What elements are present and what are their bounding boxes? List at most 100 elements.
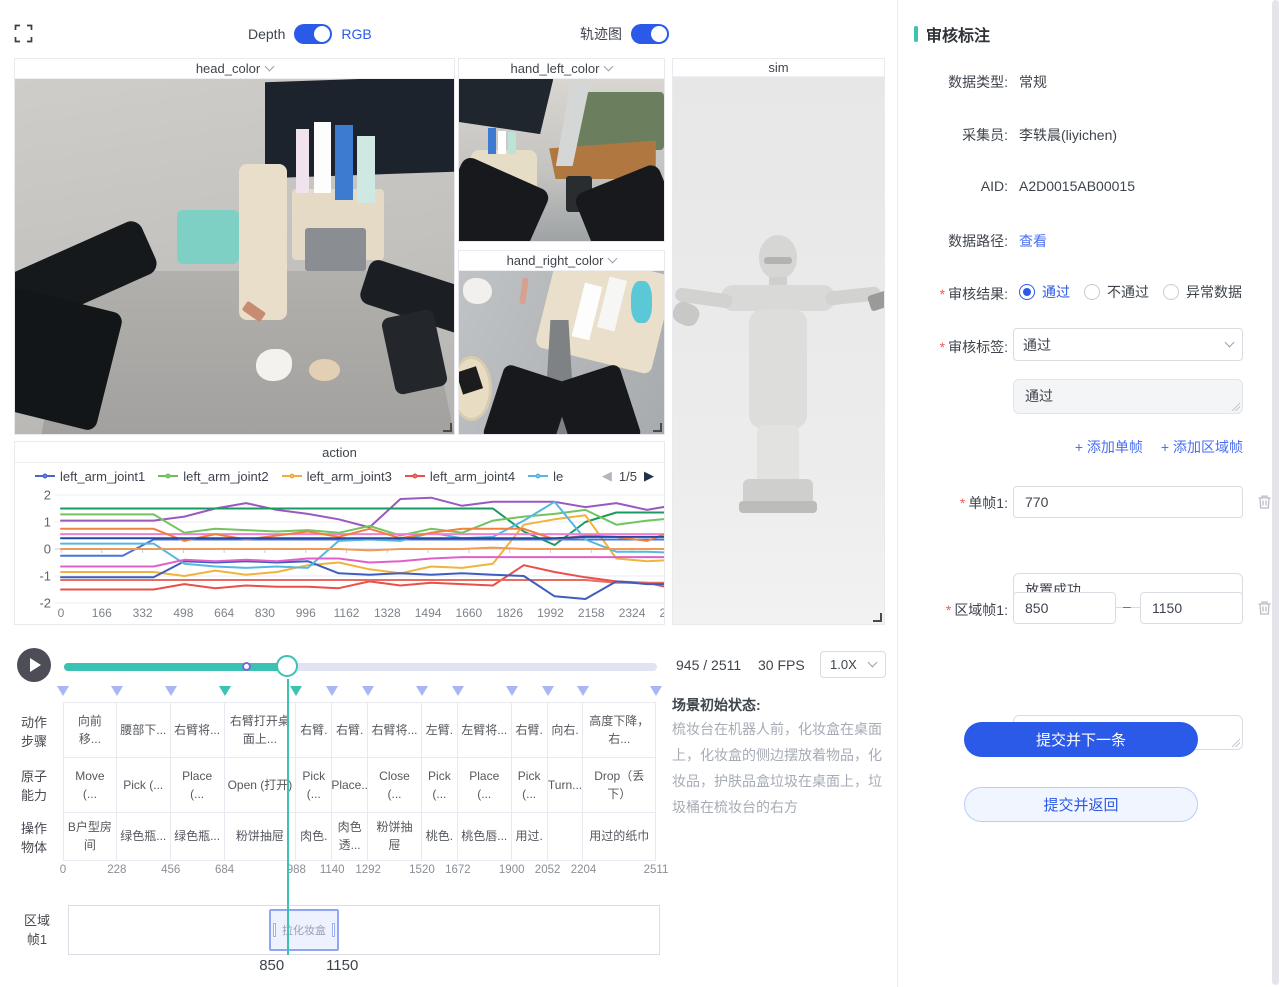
frame-axis-label: 1520	[409, 864, 435, 876]
legend-prev-icon[interactable]: ◀	[602, 468, 612, 484]
required-asterisk: *	[960, 495, 965, 511]
table-cell[interactable]: 绿色瓶...	[117, 812, 171, 861]
panel-scrollbar[interactable]	[1272, 0, 1279, 985]
x-tick-label: 1826	[496, 606, 523, 620]
segment-right-handle[interactable]	[332, 923, 335, 937]
step-boundary-marker	[57, 686, 69, 696]
play-button[interactable]	[17, 648, 51, 682]
table-cell[interactable]: 粉饼抽屉	[368, 812, 422, 861]
tag-note-textarea[interactable]: 通过	[1013, 379, 1243, 414]
table-cell[interactable]: 粉饼抽屉	[225, 812, 297, 861]
table-cell[interactable]: 桃色唇...	[458, 812, 512, 861]
table-cell[interactable]: Turn...	[548, 757, 584, 813]
tube-shape	[296, 129, 309, 193]
resize-handle[interactable]	[873, 613, 882, 622]
single-frame-input[interactable]: 770	[1013, 486, 1243, 518]
camera-select-head[interactable]: head_color	[15, 59, 454, 79]
table-cell[interactable]	[548, 812, 584, 861]
table-cell[interactable]: Move (...	[63, 757, 117, 813]
radio-option-不通过[interactable]: 不通过	[1084, 282, 1149, 302]
legend-item[interactable]: le	[528, 469, 563, 484]
table-cell[interactable]: Drop（丢下）	[583, 757, 656, 813]
action-line-chart: 210-1-2016633249866483099611621328149416…	[15, 489, 664, 624]
legend-marker-icon	[35, 475, 55, 478]
table-cell[interactable]: 右臂打开桌面上...	[225, 702, 297, 758]
table-cell[interactable]: B户型房间	[63, 812, 117, 861]
step-boundary-marker	[326, 686, 338, 696]
table-cell[interactable]: 用过的纸巾	[583, 812, 656, 861]
table-cell[interactable]: 右臂.	[296, 702, 332, 758]
x-tick-label: 498	[173, 606, 193, 620]
table-cell[interactable]: 桃色.	[422, 812, 458, 861]
x-tick-label: 1992	[537, 606, 564, 620]
legend-item[interactable]: left_arm_joint4	[405, 469, 515, 484]
sim-viewport[interactable]	[673, 77, 884, 624]
table-cell[interactable]: Place..	[332, 757, 368, 813]
depth-rgb-switch[interactable]	[294, 24, 332, 44]
table-cell[interactable]: 高度下降，右...	[583, 702, 656, 758]
table-cell[interactable]: Close (...	[368, 757, 422, 813]
region-segment[interactable]: 拉化妆盒	[269, 909, 339, 951]
region-start-input[interactable]: 850	[1013, 592, 1116, 624]
annotation-review-app: Depth RGB 轨迹图 head_color	[0, 0, 1280, 987]
delete-single-frame-icon[interactable]	[1257, 494, 1272, 510]
timeline-slider[interactable]	[64, 663, 657, 671]
region-end-input[interactable]: 1150	[1140, 592, 1243, 624]
radio-option-异常数据[interactable]: 异常数据	[1163, 282, 1242, 302]
step-boundary-marker	[290, 686, 302, 696]
legend-item[interactable]: left_arm_joint3	[282, 469, 392, 484]
x-tick-label: 996	[296, 606, 316, 620]
resize-handle[interactable]	[443, 423, 452, 432]
table-cell[interactable]: 右臂将...	[368, 702, 422, 758]
x-tick-label: 1162	[334, 606, 360, 620]
submit-return-button[interactable]: 提交并返回	[964, 787, 1198, 822]
sim-title: sim	[768, 60, 788, 75]
table-cell[interactable]: 用过.	[512, 812, 548, 861]
table-cell[interactable]: 右臂.	[332, 702, 368, 758]
camera-select-hand-right[interactable]: hand_right_color	[459, 251, 664, 271]
table-cell[interactable]: Place (...	[458, 757, 512, 813]
frame-axis-label: 0	[60, 864, 66, 876]
table-cell[interactable]: Pick (...	[296, 757, 332, 813]
table-cell[interactable]: 向右.	[548, 702, 584, 758]
trajectory-switch[interactable]	[631, 24, 669, 44]
speed-select[interactable]: 1.0X	[820, 651, 886, 678]
table-cell[interactable]: 右臂.	[512, 702, 548, 758]
table-cell[interactable]: 右臂将...	[171, 702, 225, 758]
legend-item[interactable]: left_arm_joint1	[35, 469, 145, 484]
legend-marker-circle	[289, 474, 294, 479]
table-cell[interactable]: 肉色透...	[332, 812, 368, 861]
add-single-frame-link[interactable]: + 添加单帧	[1075, 437, 1143, 457]
table-cell[interactable]: 肉色.	[296, 812, 332, 861]
legend-next-icon[interactable]: ▶	[644, 468, 654, 484]
review-panel: 审核标注 数据类型: 常规 采集员: 李轶晨(liyichen) AID: A2…	[897, 0, 1280, 987]
camera-image-hand-left	[459, 79, 664, 241]
fullscreen-icon[interactable]	[14, 24, 33, 43]
camera-select-hand-left[interactable]: hand_left_color	[459, 59, 664, 79]
table-cell[interactable]: Open (打开)	[225, 757, 297, 813]
table-cell[interactable]: 左臂将...	[458, 702, 512, 758]
table-cell[interactable]: Place (...	[171, 757, 225, 813]
radio-option-通过[interactable]: 通过	[1019, 282, 1070, 302]
segment-left-handle[interactable]	[273, 923, 276, 937]
region-frame-track[interactable]: 拉化妆盒	[68, 905, 660, 955]
table-cell[interactable]: Pick (...	[422, 757, 458, 813]
slider-handle[interactable]	[276, 655, 298, 677]
series-purple	[61, 498, 664, 528]
table-cell[interactable]: Pick (...	[512, 757, 548, 813]
table-cell[interactable]: 左臂.	[422, 702, 458, 758]
table-cell[interactable]: 腰部下...	[117, 702, 171, 758]
delete-region-frame-icon[interactable]	[1257, 600, 1272, 616]
submit-next-button[interactable]: 提交并下一条	[964, 722, 1198, 757]
table-cell[interactable]: Pick (...	[117, 757, 171, 813]
tag-select[interactable]: 通过	[1013, 328, 1243, 361]
table-cell[interactable]: 绿色瓶...	[171, 812, 225, 861]
field-value-data-type: 常规	[1019, 72, 1047, 92]
legend-item[interactable]: left_arm_joint2	[158, 469, 268, 484]
add-region-frame-link[interactable]: + 添加区域帧	[1161, 437, 1243, 457]
table-cell[interactable]: 向前移...	[63, 702, 117, 758]
data-path-view-link[interactable]: 查看	[1019, 231, 1047, 251]
tissue-shape	[463, 278, 492, 304]
tube-shape	[508, 132, 516, 153]
resize-handle[interactable]	[653, 423, 662, 432]
